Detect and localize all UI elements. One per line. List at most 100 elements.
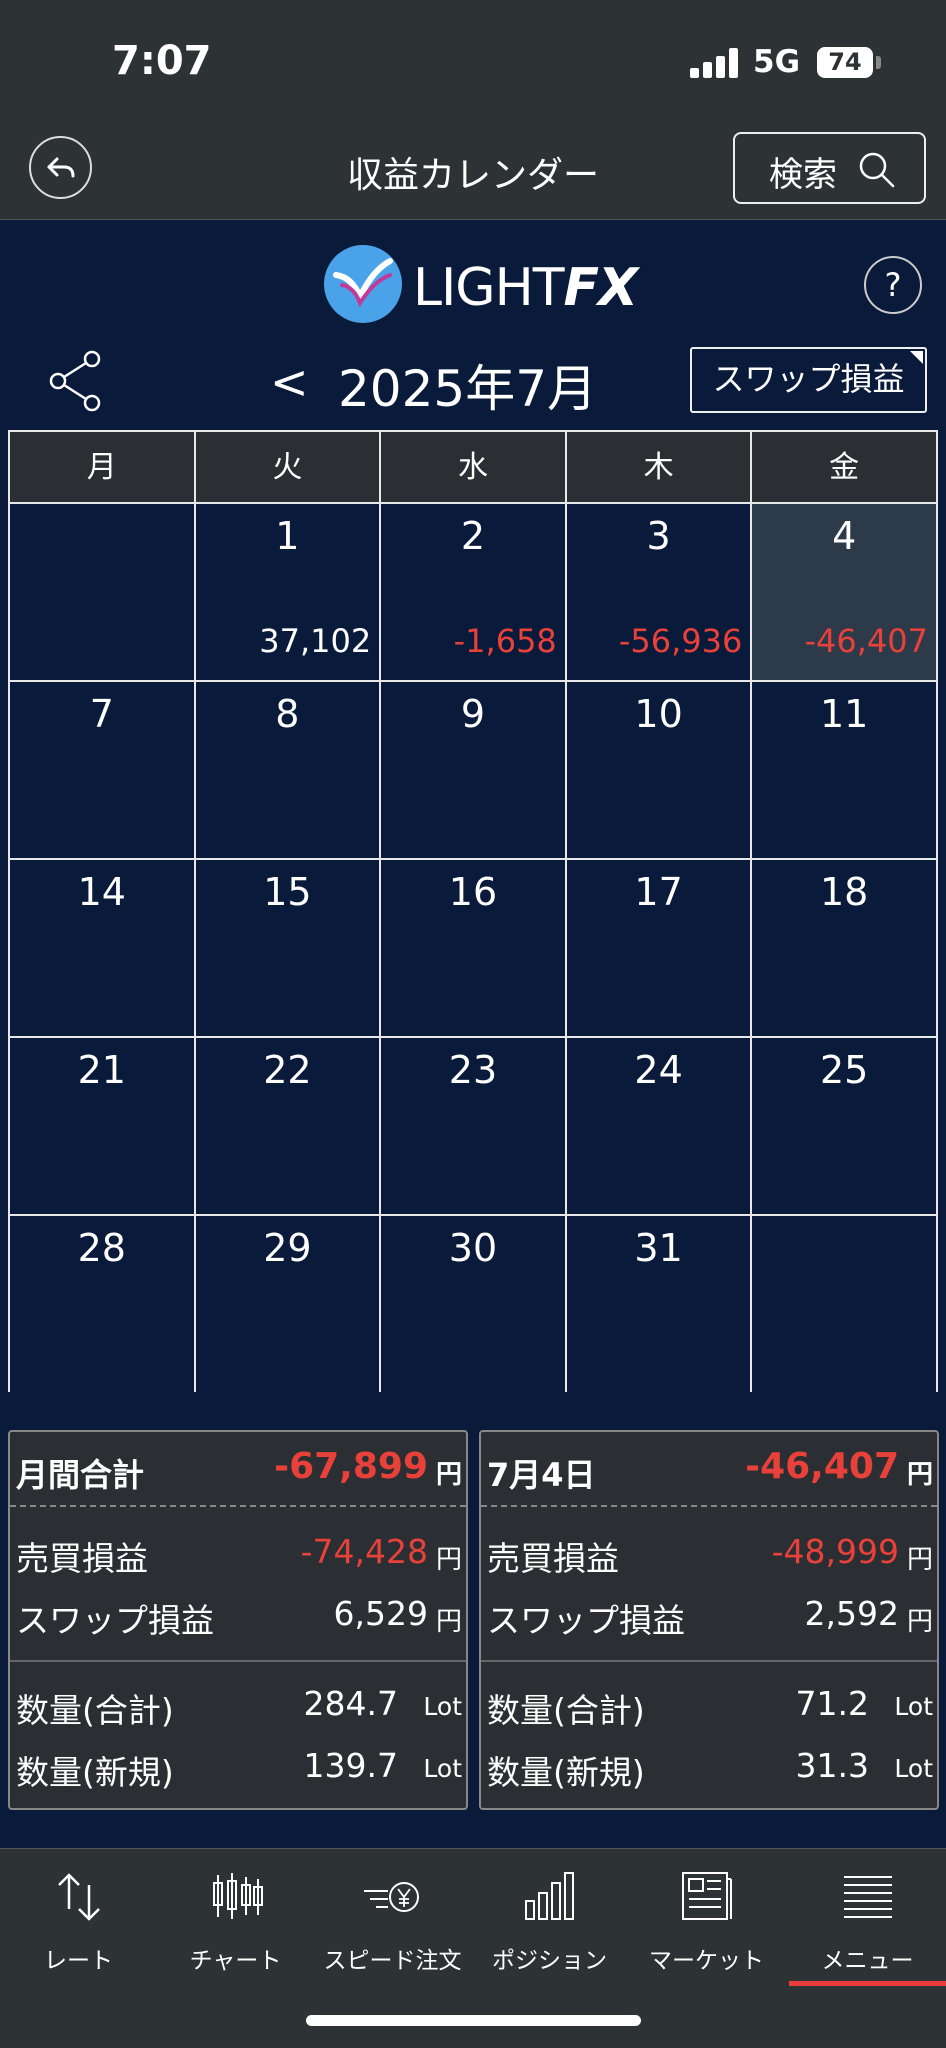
day-profit: -1,658 [453, 622, 557, 660]
yen-unit: 円 [435, 1545, 462, 1575]
calendar-header: 月 火 水 木 金 [10, 432, 936, 504]
calendar-day-cell[interactable]: 30 [381, 1216, 567, 1392]
swap-toggle-button[interactable]: スワップ損益 [690, 347, 927, 413]
trade-profit-row: 売買損益 -74,428 円 [10, 1522, 466, 1582]
day-number: 11 [819, 692, 869, 736]
qty-new-value: 31.3 [795, 1746, 869, 1785]
weekday-wed: 水 [381, 432, 567, 504]
tab-menu[interactable]: メニュー [789, 1869, 946, 1986]
calendar-day-cell[interactable]: 10 [566, 682, 753, 858]
calendar-day-cell[interactable]: 1 37,102 [195, 504, 382, 680]
qty-new-label: 数量(新規) [16, 1753, 174, 1792]
tab-label: マーケット [649, 1948, 764, 1974]
calendar-day-cell[interactable]: 9 [381, 682, 567, 858]
qty-total-label: 数量(合計) [16, 1691, 174, 1730]
lot-unit: Lot [423, 1754, 462, 1783]
status-bar: 7:07 5G 74 [0, 0, 946, 120]
previous-month-button[interactable]: < [270, 355, 309, 409]
yen-unit: 円 [435, 1460, 462, 1490]
weekday-mon: 月 [10, 432, 196, 504]
help-button[interactable]: ? [864, 256, 922, 314]
rate-arrows-icon [57, 1873, 100, 1921]
tab-chart[interactable]: チャート [157, 1869, 314, 1979]
logo-row: LIGHTFX ? [0, 220, 946, 335]
lot-unit: Lot [423, 1692, 462, 1721]
qty-total-value: 71.2 [795, 1684, 869, 1723]
calendar-day-cell[interactable]: 17 [566, 860, 753, 1036]
calendar-day-cell[interactable]: 24 [566, 1038, 753, 1214]
logo-text-light: LIGHT [413, 258, 564, 318]
status-time: 7:07 [112, 38, 212, 84]
day-number: 24 [634, 1048, 683, 1092]
trade-profit-row: 売買損益 -48,999 円 [481, 1522, 937, 1582]
day-number: 4 [832, 514, 857, 558]
calendar-day-cell[interactable]: 31 [566, 1216, 753, 1392]
calendar-day-cell[interactable]: 11 [752, 682, 936, 858]
day-number: 3 [646, 514, 671, 558]
qty-new-row: 数量(新規) 139.7 Lot [10, 1736, 466, 1796]
day-number: 31 [634, 1226, 683, 1270]
search-icon [859, 152, 895, 188]
battery-tip [876, 56, 881, 69]
calendar-day-cell[interactable]: 28 [10, 1216, 196, 1392]
swap-profit-value: 2,592 [804, 1594, 899, 1633]
day-number: 16 [448, 870, 498, 914]
trade-profit-label: 売買損益 [16, 1539, 148, 1578]
calendar-day-cell[interactable]: 23 [381, 1038, 567, 1214]
weekday-tue: 火 [195, 432, 382, 504]
day-number: 10 [634, 692, 683, 736]
calendar-day-cell[interactable]: 14 [10, 860, 196, 1036]
calendar-day-cell[interactable]: 7 [10, 682, 196, 858]
calendar-day-cell-selected[interactable]: 4 -46,407 [752, 504, 936, 680]
summary-title: 月間合計 [16, 1456, 145, 1494]
calendar-grid: 1 37,102 2 -1,658 3 -56,936 4 -46,407 7 … [10, 504, 936, 1392]
calendar-day-cell[interactable]: 15 [195, 860, 382, 1036]
logo-text: LIGHTFX [413, 258, 638, 318]
search-button[interactable]: 検索 [733, 132, 926, 204]
calendar-day-cell[interactable]: 2 -1,658 [381, 504, 567, 680]
trade-profit-value: -48,999 [771, 1532, 899, 1571]
tab-label: ポジション [492, 1948, 607, 1974]
calendar-day-cell[interactable]: 21 [10, 1038, 196, 1214]
active-tab-indicator [789, 1981, 946, 1986]
trade-profit-value: -74,428 [300, 1532, 428, 1571]
calendar-day-cell[interactable]: 8 [195, 682, 382, 858]
day-number: 17 [634, 870, 683, 914]
qty-total-label: 数量(合計) [487, 1691, 645, 1730]
calendar-day-cell[interactable]: 3 -56,936 [566, 504, 753, 680]
day-number: 18 [819, 870, 869, 914]
trade-profit-label: 売買損益 [487, 1539, 619, 1578]
month-label: 2025年7月 [338, 360, 598, 418]
tab-rate[interactable]: レート [0, 1869, 157, 1979]
qty-total-row: 数量(合計) 284.7 Lot [10, 1674, 466, 1734]
calendar-day-cell [752, 1216, 936, 1392]
tab-position[interactable]: ポジション [471, 1869, 628, 1979]
speed-order-icon [363, 1882, 419, 1912]
calendar-day-cell[interactable]: 29 [195, 1216, 382, 1392]
calendar-day-cell[interactable]: 22 [195, 1038, 382, 1214]
weekday-fri: 金 [752, 432, 936, 504]
day-number: 2 [460, 514, 486, 558]
calendar-day-cell[interactable]: 25 [752, 1038, 936, 1214]
home-indicator[interactable] [306, 2015, 641, 2026]
monthly-summary: 月間合計 -67,899 円 売買損益 -74,428 円 スワップ損益 6,5… [8, 1430, 468, 1810]
tab-speed-order[interactable]: スピード注文 [314, 1869, 471, 1979]
swap-profit-value: 6,529 [333, 1594, 428, 1633]
swap-profit-row: スワップ損益 6,529 円 [10, 1584, 466, 1644]
yen-unit: 円 [906, 1545, 933, 1575]
logo-mark-icon [324, 245, 402, 323]
qty-total-row: 数量(合計) 71.2 Lot [481, 1674, 937, 1734]
day-number: 25 [819, 1048, 869, 1092]
day-number: 1 [275, 514, 300, 558]
summary-header: 月間合計 -67,899 円 [10, 1432, 466, 1507]
summary-total: -67,899 [274, 1446, 428, 1487]
weekday-thu: 木 [566, 432, 753, 504]
share-icon[interactable] [48, 349, 104, 413]
calendar-day-cell[interactable]: 18 [752, 860, 936, 1036]
tab-market[interactable]: マーケット [628, 1869, 785, 1979]
calendar-day-cell[interactable]: 16 [381, 860, 567, 1036]
day-number: 23 [448, 1048, 498, 1092]
swap-profit-label: スワップ損益 [487, 1601, 685, 1640]
yen-unit: 円 [906, 1460, 933, 1490]
candlestick-icon [212, 1873, 263, 1919]
